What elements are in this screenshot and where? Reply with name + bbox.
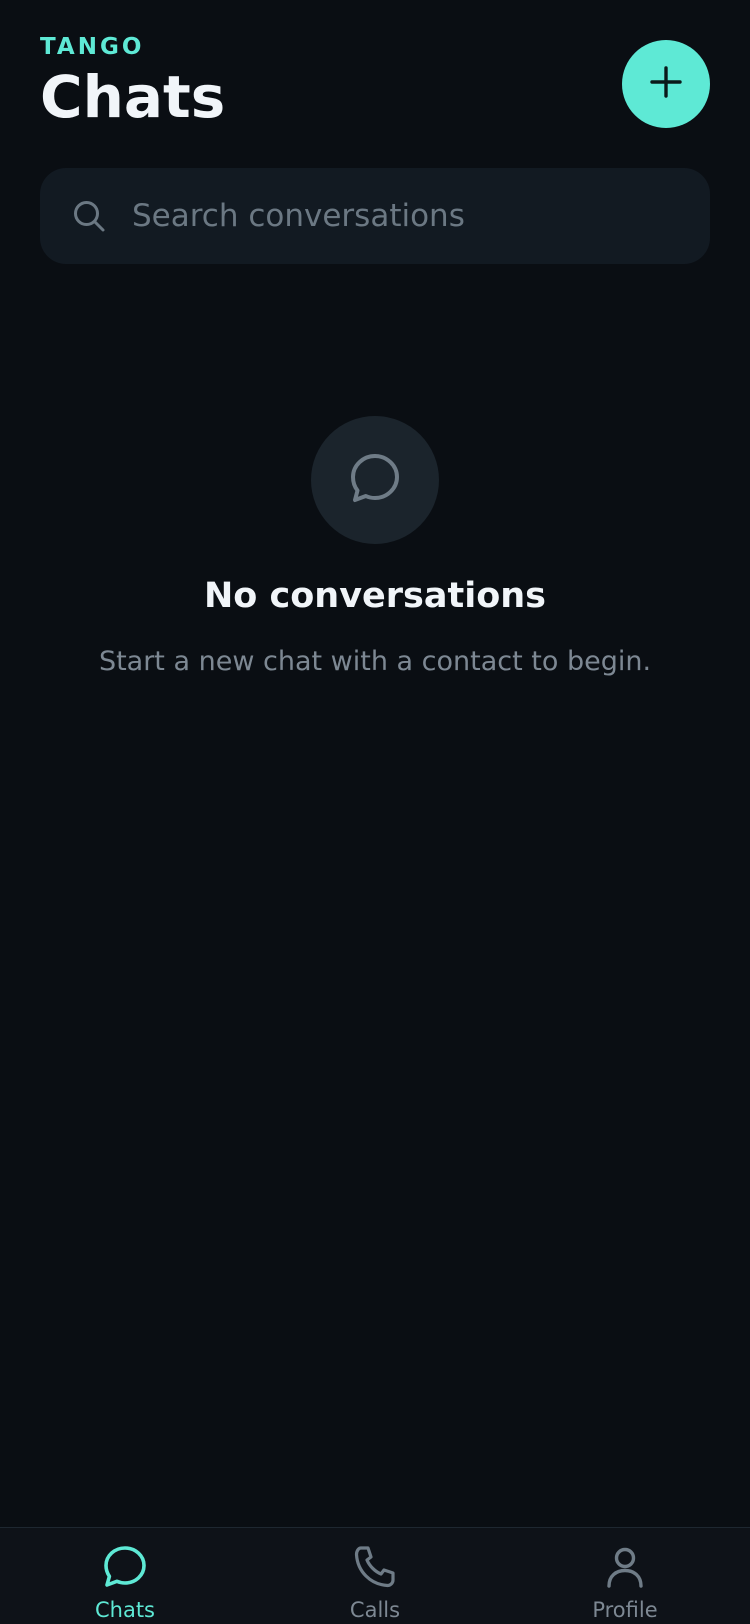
page-title: Chats <box>40 63 226 131</box>
search-icon <box>72 199 106 233</box>
empty-state-subtitle: Start a new chat with a contact to begin… <box>98 646 652 677</box>
chat-bubble-icon <box>102 1544 148 1590</box>
plus-icon <box>649 65 683 103</box>
search-input[interactable] <box>130 197 674 235</box>
tab-profile[interactable]: Profile <box>545 1528 705 1624</box>
tab-label-calls: Calls <box>349 1598 401 1622</box>
tab-label-profile: Profile <box>592 1598 658 1622</box>
phone-icon <box>352 1544 398 1590</box>
tab-calls[interactable]: Calls <box>295 1528 455 1624</box>
empty-state: No conversations Start a new chat with a… <box>0 416 750 677</box>
tab-chats[interactable]: Chats <box>45 1528 205 1624</box>
header: TANGO Chats <box>40 32 710 132</box>
empty-state-title: No conversations <box>203 576 547 616</box>
app-brand: TANGO <box>40 34 145 60</box>
chat-bubble-icon <box>347 450 403 510</box>
empty-state-icon-circle <box>311 416 439 544</box>
person-icon <box>602 1544 648 1590</box>
bottom-tab-bar: Chats Calls Profile <box>0 1527 750 1624</box>
new-chat-button[interactable] <box>622 40 710 128</box>
search-bar[interactable] <box>40 168 710 264</box>
tab-label-chats: Chats <box>94 1598 156 1622</box>
